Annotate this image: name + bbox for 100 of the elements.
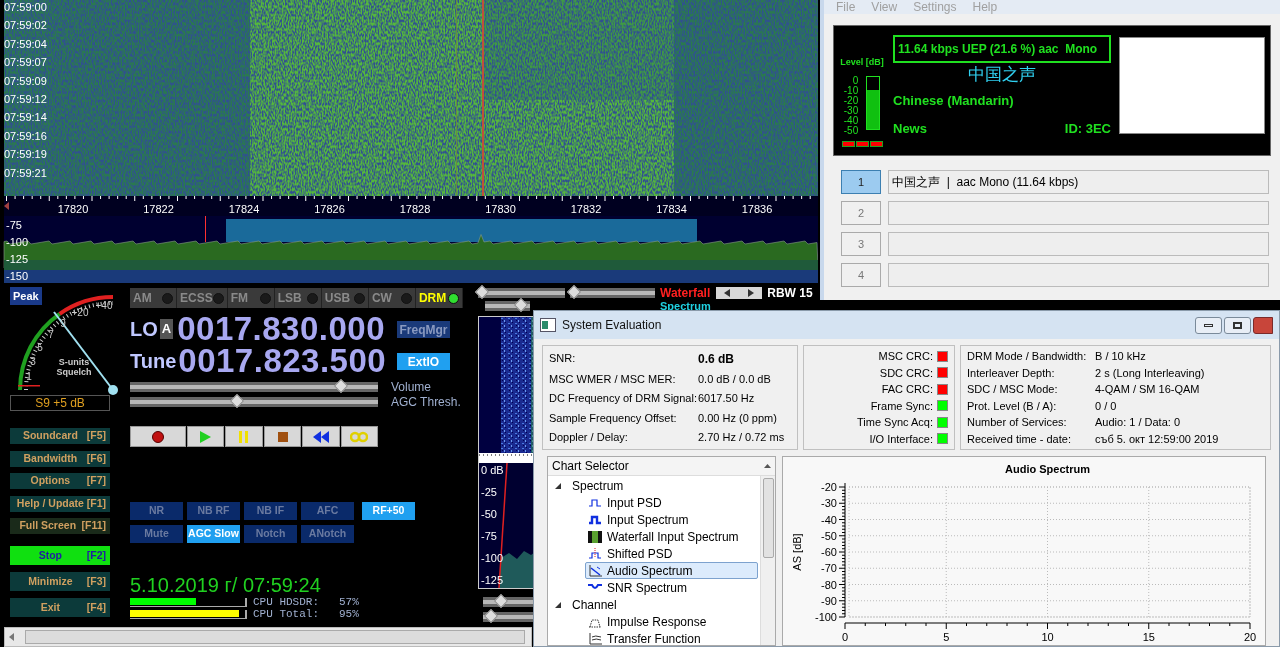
play-button[interactable] [187,426,225,447]
chart-title: Audio Spectrum [1005,463,1090,475]
vertical-scrollbar[interactable] [760,476,775,645]
dsp-button[interactable]: AGC Slow [187,525,240,543]
maximize-button[interactable] [1224,316,1251,334]
squelch-label: Squelch [56,367,92,377]
spectrum-label: Spectrum [660,300,711,312]
slider[interactable] [570,288,655,298]
tree-item[interactable]: Input Spectrum [585,511,758,528]
status-label: SDC CRC: [879,365,933,381]
mode-button[interactable]: LSB [274,288,322,308]
mode-button[interactable]: DRM [415,288,463,308]
expander-icon[interactable] [554,600,562,609]
scale-label: +40 [95,300,113,311]
tree-item[interactable]: Channel [572,595,617,614]
mode-button[interactable]: CW [368,288,416,308]
axis-label: 17836 [741,203,773,215]
frequency-button[interactable]: FreqMgr [397,320,450,338]
peak-button[interactable]: Peak [10,287,42,305]
rewind-button[interactable] [302,426,340,447]
axis-label: -100 [814,611,837,623]
waterfall-icon [588,530,602,543]
station-id: ID: 3EC [1064,119,1111,138]
tree-item[interactable]: Waterfall Input Spectrum [585,528,758,545]
menu-item[interactable]: Settings [913,0,957,16]
axis-label: -75 [6,219,22,231]
function-key-button[interactable]: Minimize [F3] [10,572,110,591]
minimize-button[interactable] [1195,316,1222,334]
status-label: Time Sync Acq: [857,415,933,430]
scrollbar-thumb[interactable] [25,630,525,644]
bank-label: A [159,319,174,339]
time-label: 07:59:19 [4,147,47,163]
tree-item[interactable]: Shifted PSD [585,545,758,562]
tree-item[interactable]: Audio Spectrum [585,562,758,579]
field-label: MSC WMER / MSC MER: [549,371,677,387]
frequency-button[interactable]: ExtIO [397,352,450,370]
date-time: 5.10.2019 г/ 07:59:24 [130,574,322,596]
scrollbar-thumb[interactable] [762,478,774,558]
tree-item[interactable]: SNR Spectrum [585,579,758,596]
level-tick: -50 [843,125,859,136]
slider-thumb[interactable] [513,297,529,313]
mode-button[interactable]: ECSS [177,288,228,308]
menu-item[interactable]: Help [972,0,998,16]
dsp-button[interactable]: AFC [301,502,354,520]
function-key-button[interactable]: Options [F7] [10,473,110,489]
dsp-button[interactable]: NB IF [244,502,297,520]
cpu-label: CPU Total: [253,607,320,623]
service-button[interactable]: 1 [841,170,881,194]
menu-item[interactable]: View [871,0,898,16]
function-key-button[interactable]: Exit [F4] [10,598,110,617]
window-title: System Evaluation [562,317,662,334]
axis-label: -90 [821,594,837,607]
axis-label: -100 [6,236,29,248]
axis-label: 0 dB [481,463,504,478]
field-value: 2.70 Hz / 0.72 ms [698,430,785,445]
record-button[interactable] [130,426,186,447]
time-label: 07:59:21 [4,165,47,181]
language-label: Chinese (Mandarin) [893,92,1015,110]
dsp-button[interactable]: NR [130,502,183,520]
stop-button[interactable] [263,426,302,447]
service-button[interactable]: 4 [841,263,881,287]
scale-label: 1 [26,371,32,382]
function-key-button[interactable]: Bandwidth [F6] [10,450,110,467]
mode-button[interactable]: USB [321,288,369,308]
time-label: 07:59:02 [4,18,47,34]
dsp-button[interactable]: Notch [244,525,297,543]
dsp-button[interactable]: NB RF [187,502,240,520]
menu-item[interactable]: File [836,0,856,16]
slider[interactable] [478,288,565,298]
field-value: 6017.50 Hz [698,391,755,406]
close-button[interactable] [1253,316,1273,334]
tree-item[interactable]: Transfer Function [585,630,758,645]
slider[interactable] [130,382,378,392]
axis-label: 5 [943,631,950,643]
function-key-button[interactable]: Stop [F2] [10,546,110,565]
service-button[interactable]: 3 [841,232,881,256]
service-button[interactable]: 2 [841,201,881,225]
field-value: 0 / 0 [1095,398,1117,414]
service-field: 中国之声 | aac Mono (11.64 kbps) [888,170,1269,194]
tree-item[interactable]: Input PSD [585,494,758,511]
slider[interactable] [130,397,378,407]
axis-label: 17830 [485,203,516,215]
tree-item[interactable]: Impulse Response [585,613,758,630]
horizontal-scrollbar[interactable] [4,627,532,647]
loop-button[interactable] [340,426,379,447]
mode-button[interactable]: AM [130,288,178,308]
field-label: Number of Services: [967,415,1068,430]
axis-label: 20 [1243,631,1257,643]
frequency-label: Tune [130,349,177,374]
dsp-button[interactable]: Mute [130,525,183,543]
tree-item[interactable]: Spectrum [572,476,624,495]
dsp-button[interactable]: RF+50 [362,502,415,520]
function-key-button[interactable]: Soundcard [F5] [10,428,110,444]
psd-icon [588,496,602,509]
slider[interactable] [485,301,530,311]
dsp-button[interactable]: ANotch [301,525,354,543]
mode-button[interactable]: FM [227,288,275,308]
function-key-button[interactable]: Help / Update [F1] [10,495,110,512]
function-key-button[interactable]: Full Screen [F11] [10,518,110,534]
window-icon [540,318,556,332]
